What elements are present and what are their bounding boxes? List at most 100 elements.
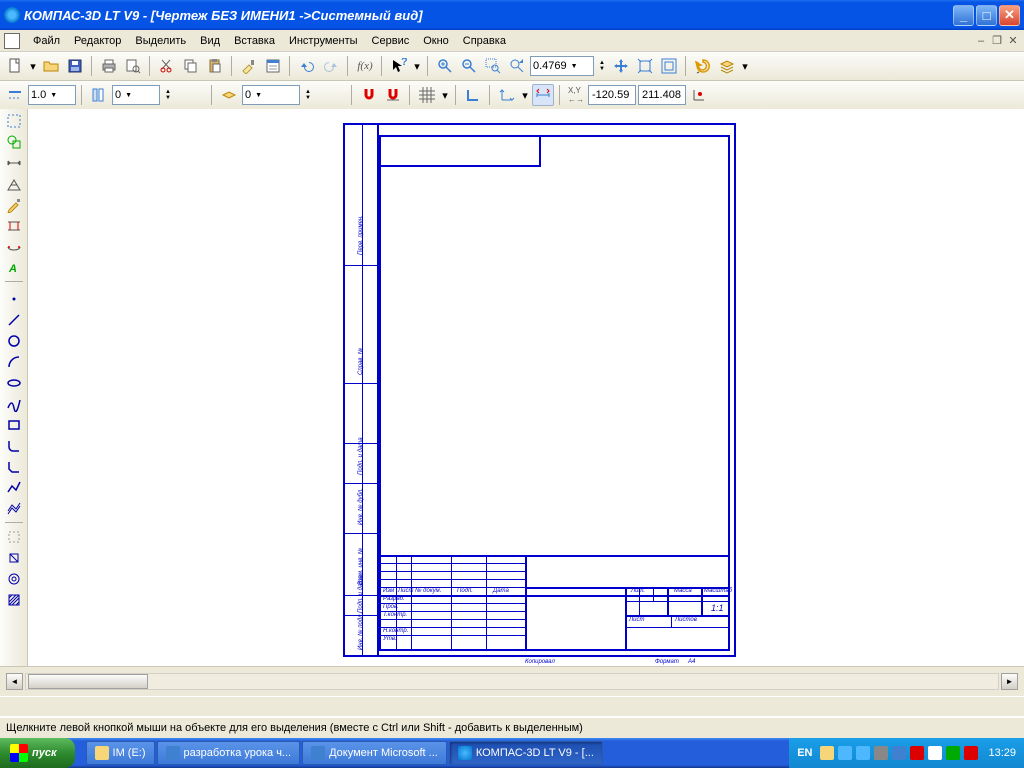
copyprops-button[interactable] <box>238 55 260 77</box>
snap-button[interactable] <box>358 84 380 106</box>
hscroll-right[interactable]: ► <box>1001 673 1018 690</box>
menu-view[interactable]: Вид <box>193 33 227 49</box>
help-cursor-button[interactable]: ? <box>388 55 410 77</box>
properties-button[interactable] <box>262 55 284 77</box>
maximize-button[interactable]: □ <box>976 5 997 26</box>
select-rect-tool[interactable] <box>3 111 25 131</box>
cut-button[interactable] <box>156 55 178 77</box>
coord-x-input[interactable] <box>588 85 636 105</box>
equidist-tool[interactable] <box>3 569 25 589</box>
magnet-button[interactable] <box>382 84 404 106</box>
step-combo[interactable]: 0▼ <box>112 85 160 105</box>
fillet-tool[interactable] <box>3 436 25 456</box>
menu-file[interactable]: Файл <box>26 33 67 49</box>
help-dropdown[interactable]: ▾ <box>412 55 422 77</box>
measure-tool[interactable] <box>3 237 25 257</box>
layers-dropdown[interactable]: ▾ <box>740 55 750 77</box>
preview-button[interactable] <box>122 55 144 77</box>
zoomdyn-button[interactable] <box>506 55 528 77</box>
notation-tool[interactable] <box>3 174 25 194</box>
start-button[interactable]: пуск <box>0 738 75 768</box>
undo-button[interactable] <box>296 55 318 77</box>
spline-tool[interactable] <box>3 394 25 414</box>
layer-button[interactable] <box>218 84 240 106</box>
tray-icon-2[interactable] <box>838 746 852 760</box>
zoomout-button[interactable] <box>458 55 480 77</box>
redraw-button[interactable] <box>692 55 714 77</box>
tray-icon-1[interactable] <box>820 746 834 760</box>
save-button[interactable] <box>64 55 86 77</box>
grid-button[interactable] <box>416 84 438 106</box>
taskbar-item-3[interactable]: КОМПАС-3D LT V9 - [... <box>449 741 603 765</box>
rect-tool[interactable] <box>3 415 25 435</box>
tray-icon-9[interactable] <box>964 746 978 760</box>
point-tool[interactable] <box>3 289 25 309</box>
zoom-combo[interactable]: 0.4769▼ <box>530 56 594 76</box>
contour-tool[interactable] <box>3 548 25 568</box>
zoom-stepper[interactable]: ▲▼ <box>596 55 608 77</box>
menu-editor[interactable]: Редактор <box>67 33 128 49</box>
grid-dropdown[interactable]: ▾ <box>440 84 450 106</box>
lang-indicator[interactable]: EN <box>797 747 812 759</box>
hscrollbar[interactable] <box>25 673 999 690</box>
chamfer-tool[interactable] <box>3 457 25 477</box>
linewidth-combo[interactable]: 1.0▼ <box>28 85 76 105</box>
pan-button[interactable] <box>610 55 632 77</box>
tray-icon-3[interactable] <box>856 746 870 760</box>
clock[interactable]: 13:29 <box>988 747 1016 759</box>
layer-combo[interactable]: 0▼ <box>242 85 300 105</box>
tray-icon-7[interactable] <box>928 746 942 760</box>
step-stepper[interactable]: ▲▼ <box>162 84 174 106</box>
close-button[interactable]: ✕ <box>999 5 1020 26</box>
mdi-restore[interactable]: ❐ <box>990 34 1004 48</box>
phantom-tool[interactable] <box>3 527 25 547</box>
paste-button[interactable] <box>204 55 226 77</box>
tray-icon-4[interactable] <box>874 746 888 760</box>
param-button[interactable] <box>532 84 554 106</box>
menu-help[interactable]: Справка <box>456 33 513 49</box>
localcs-dropdown[interactable]: ▾ <box>520 84 530 106</box>
geometry-tool[interactable] <box>3 132 25 152</box>
copy-button[interactable] <box>180 55 202 77</box>
zoomall-button[interactable] <box>658 55 680 77</box>
zoomin-button[interactable] <box>434 55 456 77</box>
menu-window[interactable]: Окно <box>416 33 456 49</box>
menu-select[interactable]: Выделить <box>128 33 193 49</box>
menu-service[interactable]: Сервис <box>365 33 417 49</box>
coord-confirm[interactable] <box>688 84 710 106</box>
redo-button[interactable] <box>320 55 342 77</box>
menu-tools[interactable]: Инструменты <box>282 33 365 49</box>
circle-tool[interactable] <box>3 331 25 351</box>
edit-tool[interactable] <box>3 195 25 215</box>
step-button[interactable] <box>88 84 110 106</box>
document-icon[interactable] <box>4 33 20 49</box>
layer-stepper[interactable]: ▲▼ <box>302 84 314 106</box>
ellipse-tool[interactable] <box>3 373 25 393</box>
open-button[interactable] <box>40 55 62 77</box>
new-button[interactable] <box>4 55 26 77</box>
fx-button[interactable]: f(x) <box>354 55 376 77</box>
new-dropdown[interactable]: ▾ <box>28 55 38 77</box>
linestyle-button[interactable] <box>4 84 26 106</box>
hatch-tool[interactable] <box>3 590 25 610</box>
mdi-minimize[interactable]: – <box>974 34 988 48</box>
menu-insert[interactable]: Вставка <box>227 33 282 49</box>
minimize-button[interactable]: _ <box>953 5 974 26</box>
line-tool[interactable] <box>3 310 25 330</box>
taskbar-item-2[interactable]: Документ Microsoft ... <box>302 741 447 765</box>
taskbar-item-0[interactable]: IM (E:) <box>86 741 155 765</box>
tray-icon-8[interactable] <box>946 746 960 760</box>
coord-y-input[interactable] <box>638 85 686 105</box>
tray-icon-6[interactable] <box>910 746 924 760</box>
layers-button[interactable] <box>716 55 738 77</box>
spec-tool[interactable]: А <box>3 258 25 278</box>
hscroll-left[interactable]: ◄ <box>6 673 23 690</box>
localcs-button[interactable] <box>496 84 518 106</box>
zoomwin-button[interactable] <box>482 55 504 77</box>
zoomfit-button[interactable] <box>634 55 656 77</box>
polyline-tool[interactable] <box>3 478 25 498</box>
canvas[interactable]: Перв. примен. Справ. № Подп. и дата Инв.… <box>28 109 1024 666</box>
param-tool[interactable] <box>3 216 25 236</box>
dimension-tool[interactable] <box>3 153 25 173</box>
print-button[interactable] <box>98 55 120 77</box>
